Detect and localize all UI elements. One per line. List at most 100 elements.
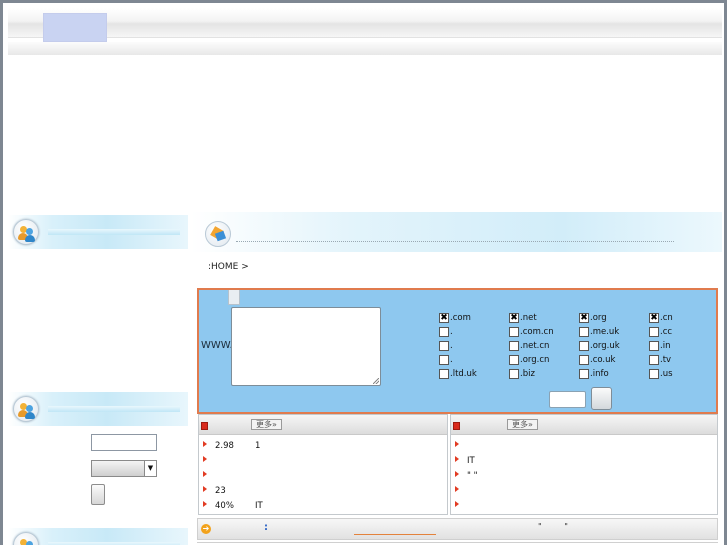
tld-label: .biz <box>520 368 535 379</box>
bullet-arrow-icon <box>203 456 207 462</box>
news-list-item[interactable]: IT <box>455 456 507 467</box>
tld-option[interactable]: . <box>439 340 453 351</box>
bullet-arrow-icon <box>455 501 459 507</box>
tld-checkbox[interactable] <box>439 368 449 379</box>
sub-nav-bar <box>8 42 722 55</box>
domain-search-button[interactable] <box>591 387 612 410</box>
chevron-down-icon[interactable]: ▼ <box>144 461 156 476</box>
www-prefix-label: WWW. <box>201 340 233 351</box>
tld-checkbox[interactable] <box>509 354 519 365</box>
red-square-icon <box>453 422 460 430</box>
tld-checkbox[interactable] <box>509 326 519 337</box>
tld-checkbox[interactable] <box>579 340 589 351</box>
news-box-right: 更多» IT " " <box>450 414 718 515</box>
news-list-item[interactable]: 2.98 1 <box>203 441 260 452</box>
more-link[interactable]: 更多» <box>507 419 538 430</box>
domain-search-panel: WWW. ✖ .com ✖ .net ✖ .org ✖ .cn. .com.cn .me.uk .c… <box>197 288 718 414</box>
bottom-info-bar: ➔ : " " <box>197 518 718 540</box>
tld-option[interactable]: .me.uk <box>579 326 619 337</box>
news-list-item[interactable] <box>455 441 507 452</box>
main-content-header <box>191 212 722 252</box>
news-list-item[interactable]: " " <box>455 471 507 482</box>
tld-checkbox[interactable] <box>579 354 589 365</box>
news-item-text: 23 <box>215 486 226 496</box>
tld-label: .ltd.uk <box>450 368 477 379</box>
tld-label: .cn <box>660 312 673 323</box>
resize-grip-icon[interactable] <box>373 378 379 384</box>
tld-option[interactable]: . <box>439 354 453 365</box>
panel-tab[interactable] <box>228 290 240 305</box>
verify-code-input[interactable] <box>549 391 586 408</box>
tld-label: . <box>450 340 453 351</box>
news-list-item[interactable] <box>455 486 507 497</box>
tld-option[interactable]: .cc <box>649 326 672 337</box>
tld-option[interactable]: .tv <box>649 354 671 365</box>
tld-checkbox[interactable] <box>649 326 659 337</box>
tld-option[interactable]: ✖ .net <box>509 312 537 323</box>
tld-label: .cc <box>660 326 673 337</box>
tld-option[interactable]: .info <box>579 368 609 379</box>
tld-option[interactable]: ✖ .com <box>439 312 471 323</box>
tld-option[interactable]: .in <box>649 340 670 351</box>
tld-checkbox[interactable] <box>439 340 449 351</box>
news-item-text: 40% <box>215 501 234 511</box>
orange-underline <box>354 534 436 535</box>
tld-checkbox[interactable] <box>579 368 589 379</box>
tld-checkbox[interactable]: ✖ <box>579 312 589 323</box>
tld-label: .org.uk <box>590 340 620 351</box>
tld-label: .net.cn <box>520 340 550 351</box>
breadcrumb[interactable]: :HOME > <box>208 262 249 272</box>
news-list-item[interactable]: 40% IT <box>203 501 263 512</box>
news-list-item[interactable] <box>203 471 255 482</box>
tld-checkbox[interactable] <box>649 340 659 351</box>
news-item-extra: 1 <box>255 441 261 451</box>
bottom-bar-quotes: " " <box>538 522 578 531</box>
tld-checkbox[interactable] <box>649 368 659 379</box>
tld-label: .info <box>590 368 609 379</box>
bullet-arrow-icon <box>455 456 459 462</box>
sidebar-header-stripe <box>48 406 180 412</box>
tld-checkbox[interactable]: ✖ <box>509 312 519 323</box>
news-box-left: 更多» 2.98 1 23 40% IT <box>198 414 448 515</box>
tld-checkbox[interactable] <box>649 354 659 365</box>
tld-checkbox[interactable] <box>439 354 449 365</box>
tld-label: . <box>450 354 453 365</box>
login-type-select[interactable]: ▼ <box>91 460 157 477</box>
tld-option[interactable]: .net.cn <box>509 340 549 351</box>
tld-option[interactable]: .ltd.uk <box>439 368 477 379</box>
tld-checkbox[interactable] <box>509 340 519 351</box>
more-link[interactable]: 更多» <box>251 419 282 430</box>
tld-option[interactable]: ✖ .org <box>579 312 607 323</box>
tld-option[interactable]: .biz <box>509 368 535 379</box>
tld-option[interactable]: . <box>439 326 453 337</box>
tld-label: .us <box>660 368 673 379</box>
bullet-arrow-icon <box>203 441 207 447</box>
login-username-input[interactable] <box>91 434 157 451</box>
sidebar-header-1 <box>8 215 188 249</box>
news-list-item[interactable] <box>455 501 507 512</box>
arrow-right-icon: ➔ <box>201 524 211 534</box>
news-list-item[interactable] <box>203 456 255 467</box>
news-item-text: " " <box>467 471 478 481</box>
news-item-extra: IT <box>255 501 263 511</box>
tld-checkbox[interactable]: ✖ <box>439 312 449 323</box>
news-item-text: IT <box>467 456 475 466</box>
nav-item-active[interactable] <box>43 13 107 42</box>
tld-checkbox[interactable] <box>509 368 519 379</box>
page-frame: ▼ :HOME > WWW. ✖ .com ✖ .net ✖ .org ✖ .cn. .com.… <box>0 0 727 545</box>
bullet-arrow-icon <box>455 471 459 477</box>
domain-name-textarea[interactable] <box>231 307 381 386</box>
bullet-arrow-icon <box>455 486 459 492</box>
tld-checkbox[interactable]: ✖ <box>649 312 659 323</box>
tld-label: .org <box>590 312 607 323</box>
news-list-item[interactable]: 23 <box>203 486 255 497</box>
tld-option[interactable]: .co.uk <box>579 354 615 365</box>
login-submit-button[interactable] <box>91 484 105 505</box>
tld-checkbox[interactable] <box>579 326 589 337</box>
tld-option[interactable]: .org.cn <box>509 354 549 365</box>
tld-checkbox[interactable] <box>439 326 449 337</box>
tld-option[interactable]: ✖ .cn <box>649 312 673 323</box>
tld-option[interactable]: .us <box>649 368 673 379</box>
tld-option[interactable]: .com.cn <box>509 326 554 337</box>
tld-option[interactable]: .org.uk <box>579 340 620 351</box>
